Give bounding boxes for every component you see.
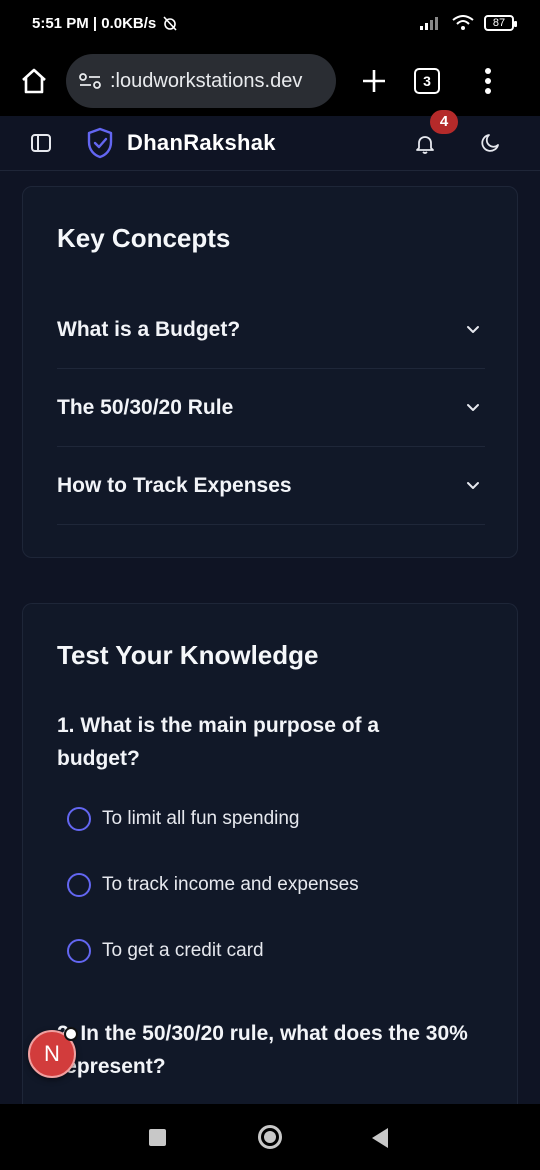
chevron-down-icon [467,325,479,333]
accordion-item-track-expenses[interactable]: How to Track Expenses [57,447,485,525]
radio-button[interactable] [67,807,91,831]
bell-icon[interactable] [413,132,437,156]
chevron-down-icon [467,481,479,489]
status-left: 5:51 PM | 0.0KB/s [32,15,178,32]
signal-icon [420,17,438,30]
browser-toolbar: :loudworkstations.dev 3 [0,46,540,116]
status-time: 5:51 PM | 0.0KB/s [32,14,157,32]
radio-button[interactable] [67,939,91,963]
question-1: 1. What is the main purpose of a budget? [57,714,380,770]
moon-icon[interactable] [480,132,502,154]
status-right: 87 [420,15,517,31]
accordion-label: How to Track Expenses [57,473,292,497]
shield-check-icon [87,127,113,159]
quiz-option[interactable]: To track income and expenses [67,870,359,900]
option-label: To limit all fun spending [102,808,300,829]
home-button[interactable] [16,63,52,99]
menu-dot [485,78,491,84]
recents-icon[interactable] [149,1129,166,1146]
menu-dot [485,68,491,74]
question-2: 2. In the 50/30/20 rule, what does the 3… [57,1022,468,1078]
system-nav-bar [0,1104,540,1170]
home-icon [22,68,46,94]
battery-icon: 87 [484,15,517,31]
plus-icon [363,70,385,92]
address-bar[interactable]: :loudworkstations.dev [66,54,336,108]
accordion-label: The 50/30/20 Rule [57,395,234,419]
option-label: To track income and expenses [102,874,359,895]
tab-switcher-button[interactable]: 3 [414,68,440,94]
menu-dot [485,88,491,94]
back-icon[interactable] [372,1128,388,1148]
browser-menu-button[interactable] [478,61,498,101]
quiz-card: Test Your Knowledge 1. What is the main … [22,603,518,1123]
accordion-label: What is a Budget? [57,317,241,341]
accordion-item-503020[interactable]: The 50/30/20 Rule [57,369,485,447]
notification-badge: 4 [430,110,458,134]
accordion-item-budget[interactable]: What is a Budget? [57,291,485,369]
app-header: DhanRakshak 4 [0,110,540,171]
quiz-option[interactable]: To get a credit card [67,936,264,966]
radio-button[interactable] [67,873,91,897]
sidebar-toggle-icon[interactable] [30,132,52,154]
brand-name: DhanRakshak [127,130,276,155]
key-concepts-title: Key Concepts [57,223,231,253]
quiz-option[interactable]: To limit all fun spending [67,804,300,834]
key-concepts-card: Key Concepts What is a Budget? The 50/30… [22,186,518,558]
avatar-indicator-dot [64,1027,78,1041]
home-circle-icon[interactable] [258,1125,282,1149]
chevron-down-icon [467,403,479,411]
url-text: :loudworkstations.dev [110,69,303,92]
site-settings-icon [79,73,101,89]
alarm-off-icon [163,16,177,31]
option-label: To get a credit card [102,940,264,961]
new-tab-button[interactable] [354,61,394,101]
wifi-icon [452,15,474,30]
status-bar: 5:51 PM | 0.0KB/s 87 [0,0,540,46]
quiz-title: Test Your Knowledge [57,640,319,670]
